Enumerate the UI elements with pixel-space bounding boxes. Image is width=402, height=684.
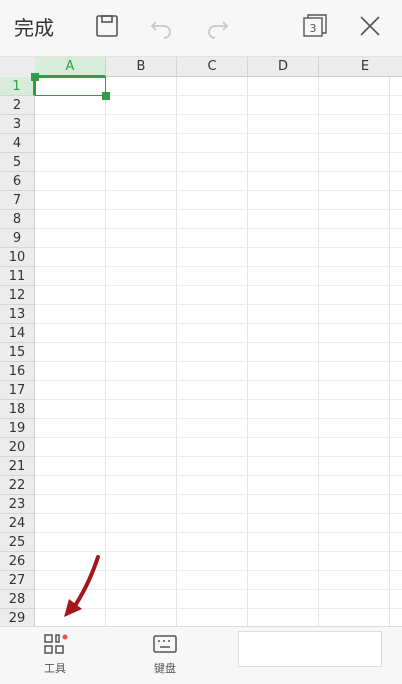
row-header-10[interactable]: 10 bbox=[0, 248, 35, 267]
grid-line-horizontal bbox=[35, 266, 402, 267]
grid-line-horizontal bbox=[35, 342, 402, 343]
grid-line-horizontal bbox=[35, 494, 402, 495]
grid-line-horizontal bbox=[35, 323, 402, 324]
row-header-15[interactable]: 15 bbox=[0, 343, 35, 362]
close-icon[interactable] bbox=[356, 12, 388, 44]
row-header-5[interactable]: 5 bbox=[0, 153, 35, 172]
row-header-25[interactable]: 25 bbox=[0, 533, 35, 552]
keyboard-button[interactable]: 键盘 bbox=[135, 633, 195, 676]
done-button[interactable]: 完成 bbox=[14, 14, 54, 42]
grid-line-horizontal bbox=[35, 171, 402, 172]
grid-line-horizontal bbox=[35, 513, 402, 514]
column-header-d[interactable]: D bbox=[248, 57, 319, 77]
grid-line-vertical bbox=[318, 77, 319, 626]
tools-icon bbox=[44, 634, 68, 654]
grid-line-horizontal bbox=[35, 456, 402, 457]
annotation-arrow-icon bbox=[64, 555, 100, 617]
grid-line-horizontal bbox=[35, 475, 402, 476]
bottom-toolbar: 工具 键盘 bbox=[0, 626, 402, 684]
row-header-18[interactable]: 18 bbox=[0, 400, 35, 419]
grid-line-horizontal bbox=[35, 532, 402, 533]
selection-handle-bottom-right[interactable] bbox=[102, 92, 110, 100]
row-header-11[interactable]: 11 bbox=[0, 267, 35, 286]
grid-line-horizontal bbox=[35, 190, 402, 191]
grid-line-horizontal bbox=[35, 247, 402, 248]
grid-line-horizontal bbox=[35, 209, 402, 210]
grid-line-horizontal bbox=[35, 361, 402, 362]
grid-line-vertical bbox=[389, 77, 390, 626]
grid-line-horizontal bbox=[35, 285, 402, 286]
row-header-8[interactable]: 8 bbox=[0, 210, 35, 229]
row-header-28[interactable]: 28 bbox=[0, 590, 35, 609]
selected-cell-a1[interactable] bbox=[35, 77, 106, 96]
keyboard-icon bbox=[153, 635, 177, 653]
tools-label: 工具 bbox=[44, 662, 66, 675]
keyboard-label: 键盘 bbox=[154, 662, 176, 675]
row-header-27[interactable]: 27 bbox=[0, 571, 35, 590]
tools-button[interactable]: 工具 bbox=[25, 633, 85, 676]
row-header-7[interactable]: 7 bbox=[0, 191, 35, 210]
grid-line-horizontal bbox=[35, 304, 402, 305]
row-header-14[interactable]: 14 bbox=[0, 324, 35, 343]
save-icon[interactable] bbox=[93, 12, 125, 44]
spreadsheet-grid[interactable]: ABCDE 1 2 3 4 5 6 7 8 9 10 11 12 13 14 15 16 17 18 19 20 21 2… bbox=[0, 57, 402, 626]
column-header-b[interactable]: B bbox=[106, 57, 177, 77]
grid-line-horizontal bbox=[35, 418, 402, 419]
row-header-21[interactable]: 21 bbox=[0, 457, 35, 476]
grid-line-horizontal bbox=[35, 551, 402, 552]
sheet-switch-button[interactable]: 3 bbox=[301, 12, 333, 44]
row-header-16[interactable]: 16 bbox=[0, 362, 35, 381]
formula-input[interactable] bbox=[238, 631, 382, 667]
grid-line-horizontal bbox=[35, 380, 402, 381]
grid-line-horizontal bbox=[35, 399, 402, 400]
grid-line-horizontal bbox=[35, 114, 402, 115]
grid-line-horizontal bbox=[35, 152, 402, 153]
row-header-4[interactable]: 4 bbox=[0, 134, 35, 153]
selection-handle-top-left[interactable] bbox=[31, 73, 39, 81]
column-header-a[interactable]: A bbox=[35, 57, 106, 77]
undo-icon[interactable] bbox=[148, 12, 180, 44]
row-header-17[interactable]: 17 bbox=[0, 381, 35, 400]
row-header-20[interactable]: 20 bbox=[0, 438, 35, 457]
grid-line-vertical bbox=[247, 77, 248, 626]
row-header-9[interactable]: 9 bbox=[0, 229, 35, 248]
row-header-13[interactable]: 13 bbox=[0, 305, 35, 324]
row-header-1[interactable]: 1 bbox=[0, 77, 35, 96]
column-header-c[interactable]: C bbox=[177, 57, 248, 77]
grid-line-horizontal bbox=[35, 133, 402, 134]
grid-line-vertical bbox=[176, 77, 177, 626]
row-header-26[interactable]: 26 bbox=[0, 552, 35, 571]
sheet-count: 3 bbox=[310, 22, 317, 35]
grid-line-horizontal bbox=[35, 437, 402, 438]
row-header-19[interactable]: 19 bbox=[0, 419, 35, 438]
redo-icon[interactable] bbox=[203, 12, 235, 44]
row-header-24[interactable]: 24 bbox=[0, 514, 35, 533]
row-header-29[interactable]: 29 bbox=[0, 609, 35, 626]
top-toolbar: 完成 3 bbox=[0, 0, 402, 57]
row-header-23[interactable]: 23 bbox=[0, 495, 35, 514]
row-header-2[interactable]: 2 bbox=[0, 96, 35, 115]
row-header-22[interactable]: 22 bbox=[0, 476, 35, 495]
grid-line-horizontal bbox=[35, 228, 402, 229]
row-header-6[interactable]: 6 bbox=[0, 172, 35, 191]
row-header-12[interactable]: 12 bbox=[0, 286, 35, 305]
column-header-e[interactable]: E bbox=[319, 57, 402, 77]
grid-line-vertical bbox=[105, 77, 106, 626]
row-header-3[interactable]: 3 bbox=[0, 115, 35, 134]
